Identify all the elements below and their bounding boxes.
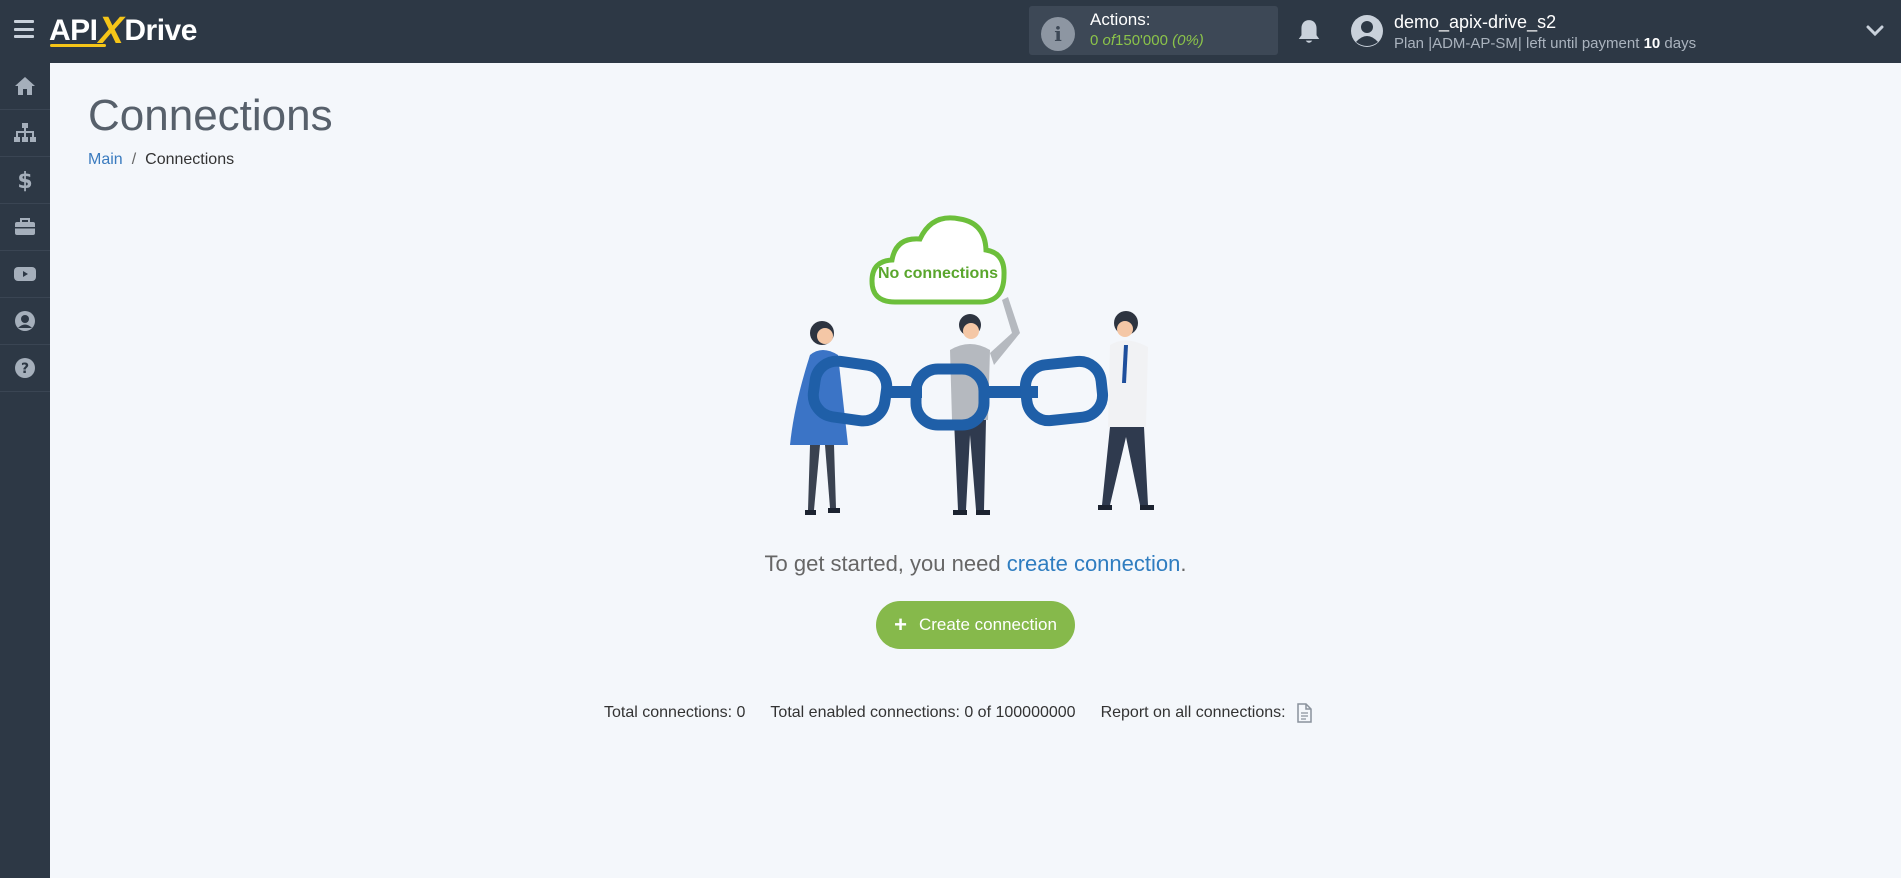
page-title: Connections [88,91,333,140]
total-connections: Total connections: 0 [604,704,746,721]
help-icon: ? [15,358,35,378]
user-circle-icon [15,311,35,331]
sidebar-item-connections[interactable] [0,110,50,157]
cloud-icon: No connections [869,215,1007,305]
enabled-connections: Total enabled connections: 0 of 10000000… [770,704,1076,721]
breadcrumb-separator: / [131,151,137,168]
get-started-prefix: To get started, you need [764,551,1001,576]
plan-prefix: Plan |ADM-AP-SM| left until payment [1394,35,1640,52]
days-unit: days [1664,35,1697,52]
document-icon[interactable] [1296,703,1312,723]
breadcrumb: Main / Connections [88,151,234,169]
actions-percent: (0%) [1172,32,1204,49]
actions-used: 0 [1090,32,1099,49]
info-icon: i [1041,17,1075,51]
sidebar-item-help[interactable]: ? [0,345,50,392]
user-plan: Plan |ADM-AP-SM| left until payment 10 d… [1394,35,1696,52]
dollar-icon: $ [17,169,32,192]
sidebar-item-home[interactable] [0,63,50,110]
sidebar-item-billing[interactable]: $ [0,157,50,204]
create-connection-link[interactable]: create connection [1007,551,1181,576]
bell-icon[interactable] [1296,18,1322,46]
avatar-icon[interactable] [1350,14,1384,48]
create-connection-button[interactable]: + Create connection [876,601,1075,649]
menu-toggle-icon[interactable] [14,20,34,38]
days-value: 10 [1643,35,1661,52]
sidebar-item-video[interactable] [0,251,50,298]
briefcase-icon [15,218,35,235]
actions-limit: 150'000 [1115,32,1168,49]
cloud-label: No connections [878,265,998,282]
actions-of: of [1102,32,1116,49]
person-right [1098,311,1154,510]
actions-count: 0 of150'000 (0%) [1090,32,1204,49]
home-icon [15,77,35,95]
plus-icon: + [894,612,907,637]
get-started-text: To get started, you need create connecti… [0,551,1901,577]
create-connection-label: Create connection [918,615,1057,634]
sidebar: $ ? [0,63,50,878]
logo-text-api: API [49,14,98,47]
svg-text:$: $ [17,169,32,192]
sitemap-icon [14,123,36,142]
logo-underline [50,44,106,47]
get-started-period: . [1180,551,1187,576]
sidebar-item-services[interactable] [0,204,50,251]
svg-text:?: ? [21,361,29,377]
breadcrumb-current: Connections [145,151,235,168]
breadcrumb-main-link[interactable]: Main [88,151,123,169]
no-connections-illustration: No connections [790,215,1154,515]
connection-stats: Total connections: 0 Total enabled conne… [604,703,1312,723]
youtube-icon [14,267,36,281]
report-label: Report on all connections: [1100,704,1286,722]
user-name[interactable]: demo_apix-drive_s2 [1394,12,1556,33]
actions-label: Actions: [1090,10,1151,29]
report-connections: Report on all connections: [1101,703,1312,723]
actions-widget[interactable]: i Actions: 0 of150'000 (0%) [1029,6,1278,55]
chevron-down-icon[interactable] [1866,24,1884,38]
logo-text-drive: Drive [124,14,197,47]
top-bar: API X Drive i Actions: 0 of150'000 (0%) de… [0,0,1901,63]
sidebar-item-profile[interactable] [0,298,50,345]
